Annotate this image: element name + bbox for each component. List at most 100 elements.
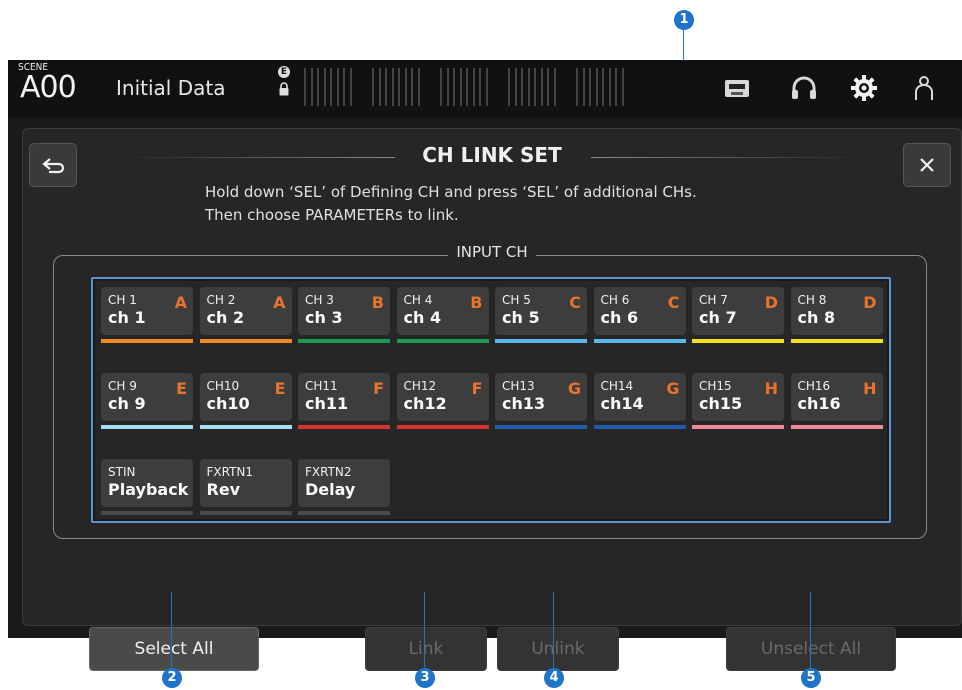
- link-button[interactable]: Link: [365, 627, 487, 671]
- meter-strip: [336, 68, 339, 106]
- channel-button[interactable]: CH12 ch12 F: [396, 373, 489, 421]
- channel-label: ch 3: [305, 308, 343, 327]
- channel-name: CH11: [305, 379, 338, 393]
- channel-color-bar: [101, 339, 193, 343]
- channel-button[interactable]: FXRTN1 Rev: [199, 459, 292, 507]
- channel-label: ch12: [403, 394, 447, 413]
- meter-strip: [417, 68, 420, 106]
- channel-button[interactable]: CH14 ch14 G: [593, 373, 686, 421]
- meter-strip: [317, 68, 319, 106]
- tape-icon[interactable]: [721, 72, 753, 104]
- meter-strip: [582, 68, 585, 106]
- channel-button[interactable]: CH15 ch15 H: [692, 373, 784, 421]
- channel-group: B: [470, 293, 483, 312]
- channel-group: D: [764, 293, 778, 312]
- meter-strip: [372, 68, 374, 106]
- meter-strip: [527, 68, 530, 106]
- headphones-icon[interactable]: [788, 72, 820, 104]
- channel-color-bar: [790, 339, 883, 343]
- meter-strip: [602, 68, 604, 106]
- channel-name: FXRTN1: [206, 465, 254, 479]
- channel-button[interactable]: STIN Playback: [101, 459, 193, 507]
- meter-strip: [576, 68, 578, 106]
- channel-label: ch 7: [699, 308, 737, 327]
- channel-button[interactable]: CH 2 ch 2 A: [199, 287, 292, 335]
- channel-group: F: [373, 379, 384, 398]
- channel-button[interactable]: CH 1 ch 1 A: [101, 287, 193, 335]
- channel-color-bar: [298, 511, 390, 515]
- channel-color-bar: [199, 339, 292, 343]
- channel-name: CH14: [600, 379, 634, 393]
- dialog-title: CH LINK SET: [422, 143, 562, 167]
- channel-button[interactable]: CH 3 ch 3 B: [298, 287, 390, 335]
- channel-group: H: [764, 379, 778, 398]
- callout-4-line: [553, 592, 554, 670]
- meter-strip: [391, 68, 394, 106]
- channel-button[interactable]: CH 9 ch 9 E: [101, 373, 193, 421]
- input-ch-label: INPUT CH: [23, 243, 961, 261]
- meter-strip: [595, 68, 598, 106]
- channel-label: ch15: [699, 394, 743, 413]
- callout-2-line: [171, 592, 172, 670]
- channel-group: G: [666, 379, 680, 398]
- channel-color-bar: [495, 339, 587, 343]
- user-icon[interactable]: [908, 72, 940, 104]
- channel-group: H: [863, 379, 877, 398]
- channel-label: ch11: [305, 394, 349, 413]
- channel-name: CH 2: [206, 293, 236, 307]
- meter-strip: [553, 68, 556, 106]
- channel-group: G: [567, 379, 581, 398]
- channel-button[interactable]: CH11 ch11 F: [298, 373, 390, 421]
- meter-strip: [310, 68, 313, 106]
- channel-button[interactable]: CH 4 ch 4 B: [396, 287, 489, 335]
- channel-button[interactable]: CH 6 ch 6 C: [593, 287, 686, 335]
- channel-button[interactable]: CH16 ch16 H: [790, 373, 883, 421]
- channel-label: ch 4: [403, 308, 442, 327]
- meter-strip: [540, 68, 543, 106]
- channel-color-bar: [101, 511, 193, 515]
- channel-color-bar: [199, 511, 292, 515]
- channel-button[interactable]: FXRTN2 Delay: [298, 459, 390, 507]
- channel-grid: CH 1 ch 1 A CH 2 ch 2 A CH 3 ch 3 B CH 4 ch 4 B CH 5…: [91, 277, 891, 523]
- e-badge: E: [278, 66, 290, 78]
- channel-button[interactable]: CH 7 ch 7 D: [692, 287, 784, 335]
- unlink-button[interactable]: Unlink: [497, 627, 619, 671]
- scene-number[interactable]: A00: [20, 70, 77, 105]
- meter-strip: [621, 68, 624, 106]
- callout-1: 1: [674, 10, 694, 30]
- meter-strip: [589, 68, 591, 106]
- channel-button[interactable]: CH13 ch13 G: [495, 373, 587, 421]
- scene-title[interactable]: Initial Data: [116, 76, 225, 100]
- channel-group: B: [371, 293, 384, 312]
- channel-label: Rev: [206, 480, 241, 499]
- channel-color-bar: [692, 425, 784, 429]
- meter-strip: [514, 68, 517, 106]
- channel-name: CH15: [699, 379, 732, 393]
- unselect-all-button[interactable]: Unselect All: [726, 627, 896, 671]
- meter-strip: [411, 68, 413, 106]
- channel-name: STIN: [108, 465, 136, 479]
- channel-label: ch 6: [600, 308, 639, 327]
- channel-button[interactable]: CH 5 ch 5 C: [495, 287, 587, 335]
- channel-button[interactable]: CH10 ch10 E: [199, 373, 292, 421]
- channel-group: C: [667, 293, 680, 312]
- channel-group: C: [569, 293, 581, 312]
- channel-label: ch 2: [206, 308, 245, 327]
- callout-3-line: [424, 592, 425, 670]
- channel-label: ch 9: [108, 394, 146, 413]
- close-button[interactable]: [903, 143, 951, 187]
- channel-group: D: [863, 293, 877, 312]
- channel-color-bar: [101, 425, 193, 429]
- gear-icon[interactable]: [848, 72, 880, 104]
- channel-group: E: [274, 379, 286, 398]
- close-icon: [920, 158, 934, 172]
- input-ch-label-text: INPUT CH: [448, 243, 536, 261]
- channel-button[interactable]: CH 8 ch 8 D: [790, 287, 883, 335]
- channel-name: CH 9: [108, 379, 137, 393]
- select-all-button[interactable]: Select All: [89, 627, 259, 671]
- meter-strip: [404, 68, 407, 106]
- meter-strip: [615, 68, 617, 106]
- channel-name: CH16: [797, 379, 831, 393]
- channel-name: FXRTN2: [305, 465, 352, 479]
- meter-strip: [479, 68, 481, 106]
